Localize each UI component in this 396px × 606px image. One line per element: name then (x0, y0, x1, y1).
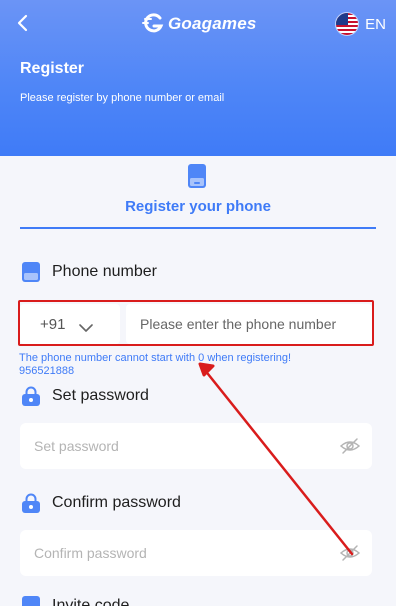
logo-text: Goagames (168, 14, 257, 33)
page-title: Register (20, 60, 85, 77)
phone-icon (22, 262, 40, 282)
lock-icon (22, 493, 40, 513)
phone-number-label: Phone number (22, 262, 157, 282)
header-banner: Goagames EN Register Please register by … (0, 0, 396, 156)
lock-icon (22, 386, 40, 406)
language-label: EN (365, 15, 386, 33)
phone-example-number: 956521888 (19, 365, 75, 377)
tab-register-phone[interactable]: Register your phone (0, 160, 396, 232)
top-bar: Goagames EN (0, 0, 396, 48)
phone-warning-text: The phone number cannot start with 0 whe… (19, 352, 292, 364)
tab-underline (20, 227, 376, 229)
set-password-label: Set password (22, 386, 149, 406)
chevron-left-icon[interactable] (12, 12, 34, 34)
invite-icon (22, 596, 40, 606)
app-logo: Goagames (142, 12, 257, 36)
annotation-highlight-box (18, 300, 374, 346)
language-selector[interactable]: EN (335, 12, 386, 36)
eye-slash-icon[interactable] (339, 437, 361, 455)
invite-code-label: Invite code (22, 596, 129, 606)
tab-label: Register your phone (125, 198, 271, 215)
page-subtitle: Please register by phone number or email (20, 92, 225, 104)
phone-icon (188, 164, 206, 188)
phone-warning: The phone number cannot start with 0 whe… (19, 352, 359, 378)
set-password-label-text: Set password (52, 387, 149, 404)
us-flag-icon (335, 12, 360, 36)
confirm-password-label: Confirm password (22, 493, 181, 513)
phone-number-label-text: Phone number (52, 263, 157, 280)
confirm-password-label-text: Confirm password (52, 494, 181, 511)
invite-code-label-text: Invite code (52, 597, 130, 606)
logo-icon (142, 13, 164, 35)
confirm-password-field (20, 530, 372, 576)
set-password-field (20, 423, 372, 469)
eye-slash-icon[interactable] (339, 544, 361, 562)
set-password-input[interactable] (20, 423, 330, 469)
confirm-password-input[interactable] (20, 530, 330, 576)
